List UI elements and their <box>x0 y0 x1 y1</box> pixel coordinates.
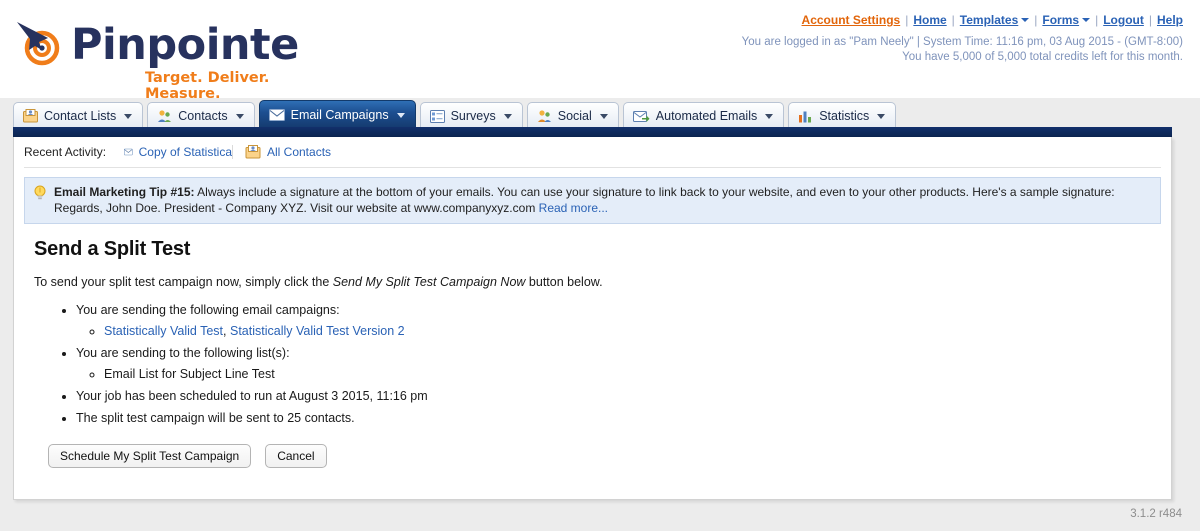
campaign-link-2[interactable]: Statistically Valid Test Version 2 <box>230 324 405 338</box>
tab-statistics[interactable]: Statistics <box>788 102 897 129</box>
chevron-down-icon[interactable] <box>124 113 133 119</box>
contact-lists-icon <box>23 109 38 123</box>
top-nav-account-settings[interactable]: Account Settings <box>802 13 901 27</box>
tab-label: Statistics <box>819 109 870 123</box>
link-separator: , <box>223 324 230 338</box>
intro-text: To send your split test campaign now, si… <box>34 275 1161 289</box>
tab-label: Automated Emails <box>655 109 758 123</box>
nav-separator: | <box>1034 13 1038 27</box>
recent-activity-link[interactable]: Copy of Statistica <box>139 145 232 159</box>
lightbulb-icon <box>34 185 46 200</box>
list-item: Your job has been scheduled to run at Au… <box>76 388 1161 404</box>
nav-separator: | <box>905 13 909 27</box>
brand-name: Pinpointe <box>71 20 299 70</box>
intro-emphasis: Send My Split Test Campaign Now <box>332 275 526 289</box>
campaign-sublist: Statistically Valid Test, Statistically … <box>76 323 1161 339</box>
tab-contacts[interactable]: Contacts <box>147 102 255 129</box>
bullet-text: You are sending the following email camp… <box>76 303 340 317</box>
tab-surveys[interactable]: Surveys <box>419 102 523 129</box>
chevron-down-icon[interactable] <box>765 113 774 119</box>
tab-email-campaigns[interactable]: Email Campaigns <box>258 100 416 129</box>
chevron-down-icon[interactable] <box>235 113 244 119</box>
list-sublist: Email List for Subject Line Test <box>76 366 1161 382</box>
recent-activity-label: Recent Activity: <box>24 145 107 159</box>
recent-activity-bar: Recent Activity: Copy of Statistica All … <box>24 137 1161 168</box>
tab-list: Contact Lists Contacts Email Campaigns S… <box>13 100 897 129</box>
top-nav-home[interactable]: Home <box>913 13 946 27</box>
chevron-down-icon[interactable] <box>503 113 512 119</box>
schedule-campaign-button[interactable]: Schedule My Split Test Campaign <box>48 444 252 468</box>
top-nav-help[interactable]: Help <box>1157 13 1183 27</box>
social-icon <box>537 110 551 122</box>
cancel-button[interactable]: Cancel <box>265 444 327 468</box>
credits-status-line: You have 5,000 of 5,000 total credits le… <box>902 51 1183 63</box>
tab-social[interactable]: Social <box>526 102 619 129</box>
chevron-down-icon[interactable] <box>599 113 608 119</box>
list-item: The split test campaign will be sent to … <box>76 410 1161 426</box>
list-item: You are sending to the following list(s)… <box>76 345 1161 382</box>
login-status-line: You are logged in as "Pam Neely" | Syste… <box>741 36 1183 48</box>
tab-bar-underline <box>13 127 1172 137</box>
campaign-link-1[interactable]: Statistically Valid Test <box>104 324 223 338</box>
chevron-down-icon[interactable] <box>877 113 886 119</box>
action-button-row: Schedule My Split Test Campaign Cancel <box>48 444 1161 468</box>
top-nav-logout[interactable]: Logout <box>1103 13 1144 27</box>
brand-logo[interactable]: Pinpointe Target. Deliver. Measure. <box>13 12 313 102</box>
pinpointe-target-logo-icon <box>17 22 60 66</box>
main-content: Send a Split Test To send your split tes… <box>14 224 1171 468</box>
chevron-down-icon[interactable] <box>1082 18 1091 22</box>
recent-activity-item-list[interactable]: All Contacts <box>245 145 331 159</box>
list-item: Statistically Valid Test, Statistically … <box>104 323 1161 339</box>
tab-automated-emails[interactable]: Automated Emails <box>622 102 785 129</box>
envelope-icon <box>124 148 133 156</box>
tab-label: Contact Lists <box>44 109 117 123</box>
tab-label: Social <box>557 109 592 123</box>
contacts-icon <box>158 110 172 122</box>
top-nav-forms[interactable]: Forms <box>1042 13 1079 27</box>
nav-separator: | <box>951 13 955 27</box>
nav-separator: | <box>1095 13 1099 27</box>
top-nav-templates[interactable]: Templates <box>960 13 1018 27</box>
statistics-bar-icon <box>799 111 812 122</box>
tip-text: Email Marketing Tip #15: Always include … <box>54 184 1152 216</box>
chevron-down-icon[interactable] <box>396 112 405 118</box>
surveys-icon <box>429 109 445 123</box>
brand-tagline: Target. Deliver. Measure. <box>145 70 270 102</box>
intro-before: To send your split test campaign now, si… <box>34 275 333 289</box>
page-header: Pinpointe Target. Deliver. Measure. Acco… <box>0 0 1200 102</box>
nav-separator: | <box>1148 13 1152 27</box>
tip-heading: Email Marketing Tip #15: <box>54 185 195 199</box>
summary-list: You are sending the following email camp… <box>34 302 1161 426</box>
contact-lists-icon <box>245 145 261 159</box>
tab-label: Surveys <box>450 109 496 123</box>
recent-activity-item-campaign[interactable]: Copy of Statistica <box>124 145 233 159</box>
tab-contact-lists[interactable]: Contact Lists <box>13 102 144 129</box>
content-panel: Recent Activity: Copy of Statistica All … <box>13 137 1172 500</box>
app-page: Pinpointe Target. Deliver. Measure. Acco… <box>0 0 1200 531</box>
main-tab-bar: Contact Lists Contacts Email Campaigns S… <box>0 100 1200 130</box>
intro-after: button below. <box>525 275 603 289</box>
tab-label: Email Campaigns <box>290 108 389 122</box>
tip-read-more-link[interactable]: Read more... <box>539 201 608 215</box>
recent-activity-link[interactable]: All Contacts <box>267 145 331 159</box>
bullet-text: You are sending to the following list(s)… <box>76 346 290 360</box>
automated-emails-icon <box>632 110 650 122</box>
list-item: Email List for Subject Line Test <box>104 366 1161 382</box>
top-nav-links: Account Settings | Home | Templates | Forms | Lo… <box>802 13 1183 27</box>
email-marketing-tip-banner: Email Marketing Tip #15: Always include … <box>24 177 1161 224</box>
tab-label: Contacts <box>178 109 228 123</box>
list-item: You are sending the following email camp… <box>76 302 1161 339</box>
app-version-label: 3.1.2 r484 <box>1130 508 1182 520</box>
page-title: Send a Split Test <box>34 238 191 260</box>
envelope-icon <box>268 109 285 121</box>
